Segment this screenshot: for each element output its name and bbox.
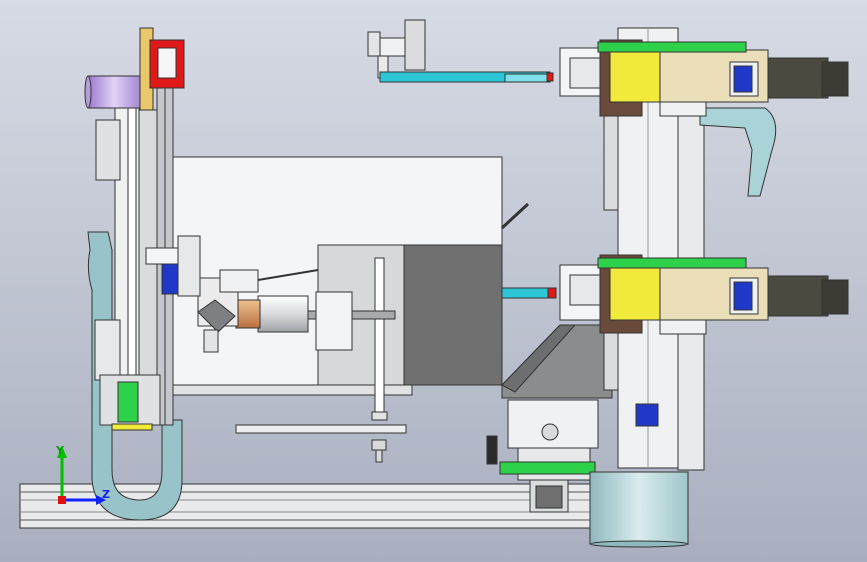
axis-y-label: Y	[55, 444, 65, 457]
tower-blue-block	[635, 403, 659, 427]
rail-yellow-pad	[111, 423, 153, 431]
lilac-roller[interactable]	[84, 75, 141, 109]
assembly-drawing[interactable]: Y Z	[0, 0, 867, 562]
lower-plate	[235, 424, 407, 434]
upper-cyan-arm[interactable]	[379, 71, 554, 83]
red-clamp-block[interactable]	[149, 39, 185, 89]
axis-z-label: Z	[102, 488, 110, 501]
cad-viewport[interactable]: Y Z	[0, 0, 867, 562]
cylindrical-drum[interactable]	[589, 471, 689, 548]
rail-green-pad	[117, 381, 139, 423]
lower-cyan-arm[interactable]	[501, 287, 557, 299]
